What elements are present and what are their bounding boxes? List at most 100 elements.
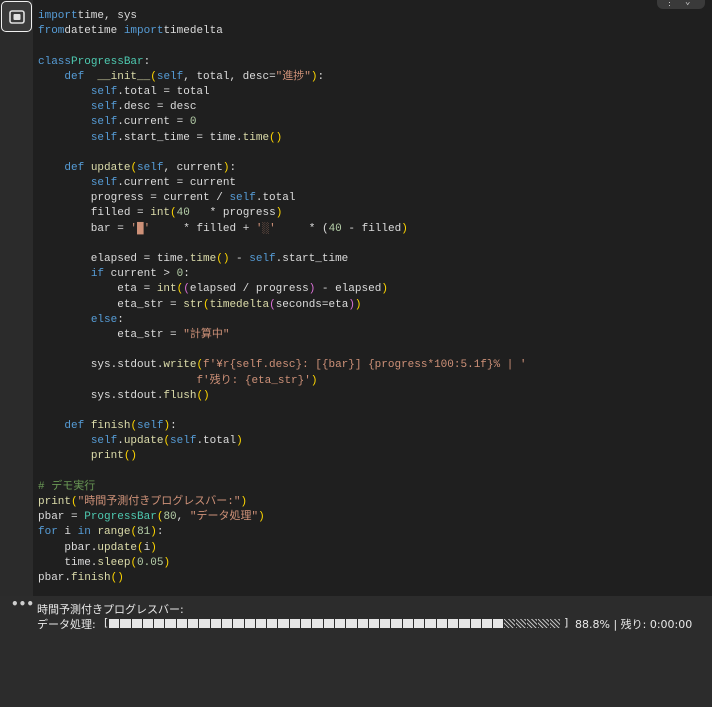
code-line[interactable]: sys.stdout.write(f'¥r{self.desc}: [{bar}… — [38, 358, 527, 373]
code-line[interactable]: self.current = current — [38, 176, 527, 191]
code-line[interactable]: print("時間予測付きプログレスバー:") — [38, 495, 527, 510]
code-token: () — [123, 450, 138, 463]
progress-empty-segment — [526, 619, 538, 628]
code-token: eta_str = — [38, 298, 184, 311]
code-line[interactable] — [38, 465, 527, 480]
code-token: from — [38, 25, 65, 38]
code-token: () — [216, 253, 230, 265]
code-token: 80 — [163, 511, 177, 524]
code-token: 40 — [328, 222, 342, 235]
code-line[interactable]: pbar = ProgressBar(80, "データ処理") — [38, 510, 527, 525]
code-line[interactable]: classProgressBar: — [38, 55, 527, 70]
code-token: .current = — [117, 116, 190, 129]
code-line[interactable]: time.sleep(0.05) — [38, 556, 527, 571]
progress-filled-segment — [493, 619, 504, 628]
ellipsis-icon[interactable]: ⋮ — [665, 0, 674, 8]
code-line[interactable]: def update(self, current): — [38, 161, 527, 176]
code-token: () — [269, 131, 283, 144]
code-token: , total, desc= — [183, 70, 276, 83]
code-token: sys.stdout. — [38, 359, 164, 372]
code-token: print — [38, 496, 72, 508]
code-line[interactable]: importtime, sys — [38, 9, 527, 24]
code-token: "データ処理" — [189, 511, 259, 524]
code-line[interactable]: eta_str = "計算中" — [38, 328, 527, 343]
code-token: progress — [222, 207, 276, 220]
progress-filled-segment — [131, 619, 142, 628]
code-editor[interactable]: importtime, sys fromdatetime importtimede… — [33, 0, 712, 596]
code-token: pbar. — [38, 571, 72, 584]
code-line[interactable]: pbar.finish() — [38, 571, 527, 586]
code-line[interactable]: def finish(self): — [38, 419, 527, 434]
code-line[interactable] — [38, 237, 527, 252]
code-line[interactable]: for i in range(81): — [38, 525, 527, 540]
code-token: ( — [150, 70, 157, 83]
code-token: .total — [196, 435, 237, 448]
code-token: f'¥r{self.desc}: [{bar}] {progress*100:5… — [203, 359, 527, 372]
progress-filled-segment — [199, 619, 210, 628]
code-line[interactable] — [38, 343, 527, 358]
code-line[interactable]: self.desc = desc — [38, 100, 527, 115]
code-line[interactable]: eta = int((elapsed / progress) - elapsed… — [38, 282, 527, 297]
code-line[interactable]: pbar.update(i) — [38, 541, 527, 556]
code-line[interactable]: elapsed = time.time() - self.start_time — [38, 252, 527, 267]
progress-filled-segment — [312, 619, 323, 628]
progress-filled-segment — [176, 619, 188, 628]
code-line[interactable]: eta_str = str(timedelta(seconds=eta)) — [38, 298, 527, 313]
code-token: class — [38, 55, 72, 68]
code-token: bar = — [38, 222, 131, 235]
code-line[interactable]: f'残り: {eta_str}') — [38, 374, 527, 389]
code-line[interactable]: print() — [38, 449, 527, 464]
code-token: if — [90, 268, 105, 281]
progress-filled-segment — [233, 619, 244, 628]
code-token: for — [38, 526, 58, 539]
code-line[interactable] — [38, 404, 527, 419]
code-line[interactable] — [38, 39, 527, 54]
output-menu-button[interactable]: ••• — [11, 597, 34, 611]
progress-percent-text: 88.8% | 残り: 0:00:00 — [575, 618, 693, 631]
code-token: self — [137, 420, 164, 433]
code-line[interactable]: progress = current / self.total — [38, 191, 527, 206]
progress-bar — [109, 619, 560, 628]
code-line[interactable]: def __init__(self, total, desc="進捗"): — [38, 70, 527, 85]
code-token: write — [163, 359, 197, 372]
code-token: ( — [269, 298, 276, 311]
code-line[interactable] — [38, 146, 527, 161]
code-line[interactable]: filled = int(40 * progress) — [38, 206, 527, 221]
code-token: ( — [170, 207, 177, 220]
code-line[interactable]: self.update(self.total) — [38, 434, 527, 449]
code-line[interactable]: sys.stdout.flush() — [38, 389, 527, 404]
code-line[interactable]: self.total = total — [38, 85, 527, 100]
code-line[interactable]: if current > 0: — [38, 267, 527, 282]
code-token: i — [64, 526, 78, 539]
progress-filled-segment — [244, 619, 255, 628]
code-content[interactable]: importtime, sys fromdatetime importtimede… — [38, 9, 527, 586]
cell-gutter — [0, 0, 33, 596]
code-token: current > — [110, 268, 177, 281]
chevron-down-icon[interactable]: ⌄ — [685, 0, 690, 7]
run-cell-button[interactable] — [1, 1, 32, 32]
code-token: * filled + — [183, 222, 256, 235]
progress-filled-segment — [142, 619, 154, 628]
code-token: , current — [163, 161, 223, 174]
progress-filled-segment — [210, 619, 221, 628]
progress-filled-segment — [380, 619, 391, 628]
progress-filled-segment — [346, 619, 357, 628]
code-token: int — [156, 283, 177, 296]
code-line[interactable]: fromdatetime importtimedelta — [38, 24, 527, 39]
code-token: update — [90, 161, 131, 174]
code-token: self — [90, 131, 118, 144]
progress-filled-segment — [459, 619, 470, 628]
code-line[interactable]: self.current = 0 — [38, 115, 527, 130]
progress-filled-segment — [334, 619, 346, 628]
code-line[interactable]: bar = '█' * filled + '░' * (40 - filled) — [38, 222, 527, 237]
code-line[interactable]: self.start_time = time.time() — [38, 131, 527, 146]
code-line[interactable]: else: — [38, 313, 527, 328]
code-line[interactable]: # デモ実行 — [38, 480, 527, 495]
